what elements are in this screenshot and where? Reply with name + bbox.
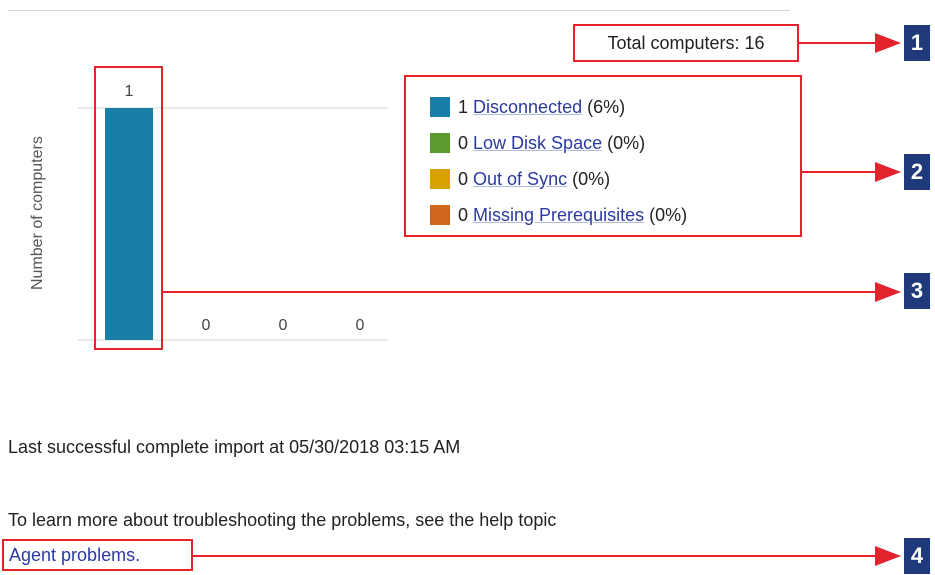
callout-2-line: [802, 171, 880, 173]
total-computers-label: Total computers: 16: [607, 32, 765, 53]
total-computers-box: Total computers: 16: [573, 24, 799, 62]
callout-badge-1: 1: [904, 25, 930, 61]
legend-swatch: [430, 169, 450, 189]
last-import-status: Last successful complete import at 05/30…: [8, 437, 461, 457]
legend-item-low-disk-space: 0 Low Disk Space (0%): [430, 125, 800, 161]
callout-3-arrowhead-icon: [875, 282, 901, 302]
legend-item-disconnected: 1 Disconnected (6%): [430, 89, 800, 125]
legend-count: 1: [458, 96, 469, 117]
callout-2-arrowhead-icon: [875, 162, 901, 182]
legend-swatch: [430, 133, 450, 153]
legend-link-low-disk-space[interactable]: Low Disk Space: [473, 133, 602, 154]
legend-box: 1 Disconnected (6%) 0 Low Disk Space (0%…: [404, 75, 802, 237]
bar-chart-svg: Number of computers 1 0 0 0: [29, 66, 388, 350]
callout-1-arrowhead-icon: [875, 33, 901, 53]
legend-swatch: [430, 205, 450, 225]
callout-4-arrowhead-icon: [875, 546, 901, 566]
callout-badge-4: 4: [904, 538, 930, 574]
bar-value-label: 0: [202, 317, 211, 334]
legend-percent: (0%): [572, 168, 611, 189]
legend-percent: (6%): [587, 96, 626, 117]
legend-item-out-of-sync: 0 Out of Sync (0%): [430, 161, 800, 197]
legend-link-out-of-sync[interactable]: Out of Sync: [473, 169, 567, 190]
y-axis-label: Number of computers: [29, 136, 46, 290]
legend-count: 0: [458, 168, 469, 189]
legend-link-disconnected[interactable]: Disconnected: [473, 97, 582, 118]
agent-status-chart: Number of computers 1 0 0 0: [0, 60, 400, 360]
legend-link-missing-prerequisites[interactable]: Missing Prerequisites: [473, 205, 644, 226]
callout-3-line: [162, 291, 880, 293]
legend-count: 0: [458, 204, 469, 225]
bar-value-label: 0: [356, 317, 365, 334]
legend-item-missing-prerequisites: 0 Missing Prerequisites (0%): [430, 197, 800, 233]
legend-count: 0: [458, 132, 469, 153]
bar-value-label: 0: [279, 317, 288, 334]
bar-value-label: 1: [125, 83, 134, 100]
agent-problems-callout-frame: Agent problems.: [2, 539, 193, 571]
legend-percent: (0%): [607, 132, 646, 153]
legend-swatch: [430, 97, 450, 117]
legend-percent: (0%): [649, 204, 688, 225]
bars-layer: 1 0 0 0: [105, 83, 365, 340]
help-topic-text: To learn more about troubleshooting the …: [8, 510, 557, 530]
top-divider: [8, 10, 790, 11]
agent-problems-link[interactable]: Agent problems.: [9, 545, 140, 566]
callout-badge-2: 2: [904, 154, 930, 190]
callout-4-line: [193, 555, 880, 557]
callout-badge-3: 3: [904, 273, 930, 309]
bar-disconnected[interactable]: [105, 108, 153, 340]
callout-1-line: [799, 42, 880, 44]
